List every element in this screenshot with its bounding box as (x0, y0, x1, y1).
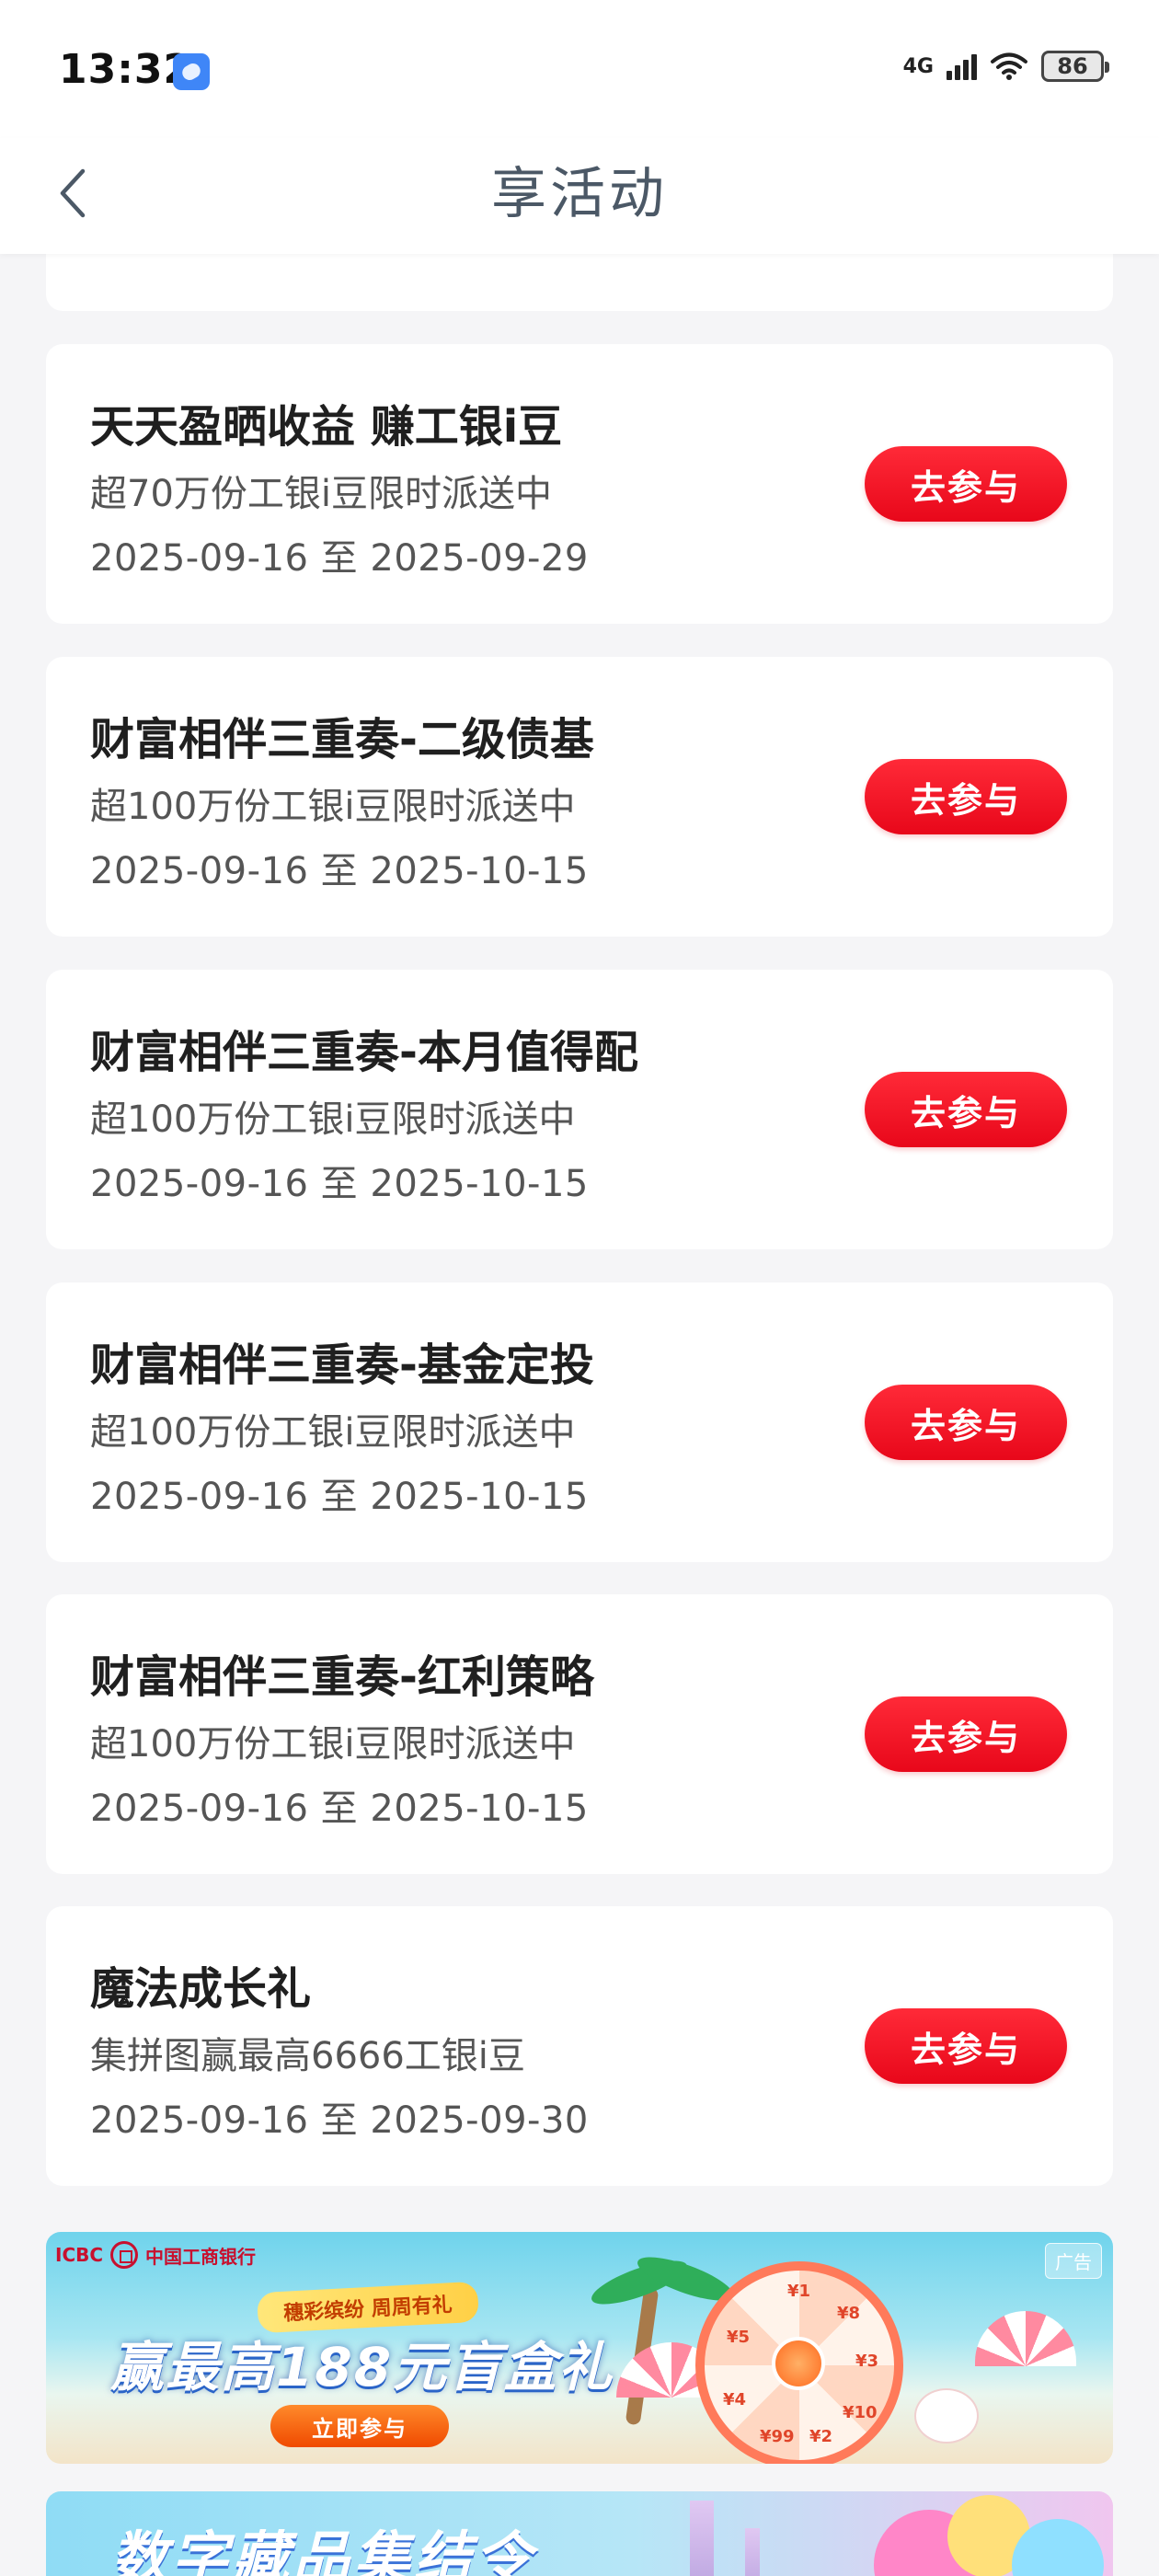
network-type-label: 4G (902, 54, 934, 78)
status-indicators: 4G 86 (902, 51, 1109, 82)
nav-bar: 享活动 (0, 138, 1159, 254)
wheel-label: ¥3 (855, 2352, 879, 2371)
page-title: 享活动 (491, 162, 668, 226)
wheel-label: ¥2 (809, 2427, 833, 2446)
activity-title: 财富相伴三重奏-基金定投 (90, 1340, 594, 1391)
activity-description: 集拼图赢最高6666工银i豆 (90, 2035, 525, 2077)
activity-title: 魔法成长礼 (90, 1963, 312, 2015)
activity-title: 财富相伴三重奏-本月值得配 (90, 1027, 638, 1078)
icbc-logo-icon (110, 2241, 139, 2269)
bank-code: ICBC (55, 2244, 104, 2266)
page: 13:32 4G 86 享活动 天天盈晒收益 赚工银i豆 超70万份工银i豆限时… (0, 0, 1159, 2576)
join-button[interactable]: 去参与 (865, 446, 1067, 522)
wheel-label: ¥4 (723, 2390, 747, 2409)
join-button[interactable]: 去参与 (865, 1385, 1067, 1460)
activity-card[interactable]: 财富相伴三重奏-本月值得配 超100万份工银i豆限时派送中 2025-09-16… (46, 970, 1113, 1249)
activity-date-range: 2025-09-16 至 2025-09-29 (90, 537, 589, 580)
prize-wheel-center (772, 2337, 825, 2390)
activity-card[interactable]: 魔法成长礼 集拼图赢最高6666工银i豆 2025-09-16 至 2025-0… (46, 1906, 1113, 2186)
battery-icon: 86 (1041, 51, 1109, 82)
wheel-label: ¥1 (787, 2282, 811, 2301)
activity-card[interactable]: 财富相伴三重奏-基金定投 超100万份工银i豆限时派送中 2025-09-16 … (46, 1282, 1113, 1562)
join-button[interactable]: 去参与 (865, 1696, 1067, 1772)
mascot-icon (914, 2388, 979, 2444)
activity-description: 超100万份工银i豆限时派送中 (90, 1411, 576, 1454)
activity-title: 天天盈晒收益 赚工银i豆 (90, 401, 563, 453)
activity-card[interactable]: 天天盈晒收益 赚工银i豆 超70万份工银i豆限时派送中 2025-09-16 至… (46, 344, 1113, 624)
wifi-icon (991, 52, 1027, 80)
activity-title: 财富相伴三重奏-二级债基 (90, 714, 594, 765)
activity-date-range: 2025-09-16 至 2025-10-15 (90, 1476, 589, 1518)
activity-card[interactable]: 财富相伴三重奏-二级债基 超100万份工银i豆限时派送中 2025-09-16 … (46, 657, 1113, 937)
activity-date-range: 2025-09-16 至 2025-10-15 (90, 1788, 589, 1830)
activity-description: 超70万份工银i豆限时派送中 (90, 473, 553, 515)
join-button[interactable]: 去参与 (865, 1072, 1067, 1147)
banner-cta-button[interactable]: 立即参与 (270, 2405, 449, 2447)
activity-title: 财富相伴三重奏-红利策略 (90, 1651, 594, 1703)
tower-icon (690, 2501, 714, 2576)
status-bar: 13:32 4G 86 (0, 0, 1159, 138)
banner2-headline: 数字藏品集结令 (110, 2524, 536, 2576)
activity-card[interactable]: 财富相伴三重奏-红利策略 超100万份工银i豆限时派送中 2025-09-16 … (46, 1594, 1113, 1874)
activity-description: 超100万份工银i豆限时派送中 (90, 1723, 576, 1765)
promo-banner-2[interactable]: 数字藏品集结令 (46, 2491, 1113, 2576)
ad-badge: 广告 (1045, 2243, 1102, 2279)
promo-banner[interactable]: ICBC 中国工商银行 广告 穗彩缤纷 周周有礼 赢最高188元盲盒礼 立即参与… (46, 2232, 1113, 2464)
wheel-label: ¥8 (837, 2304, 861, 2323)
activity-description: 超100万份工银i豆限时派送中 (90, 786, 576, 828)
signal-icon (947, 52, 977, 80)
activity-date-range: 2025-09-16 至 2025-10-15 (90, 1163, 589, 1205)
wheel-label: ¥5 (727, 2328, 751, 2347)
activity-description: 超100万份工银i豆限时派送中 (90, 1098, 576, 1141)
battery-level: 86 (1057, 53, 1088, 79)
notification-app-icon (173, 53, 210, 90)
banner-headline: 赢最高188元盲盒礼 (110, 2336, 614, 2398)
activity-date-range: 2025-09-16 至 2025-09-30 (90, 2099, 589, 2142)
wheel-label: ¥99 (760, 2427, 795, 2446)
join-button[interactable]: 去参与 (865, 759, 1067, 834)
bank-name: 中国工商银行 (145, 2245, 257, 2268)
wheel-label: ¥10 (843, 2403, 878, 2422)
bank-logo: ICBC 中国工商银行 (55, 2241, 256, 2269)
join-button[interactable]: 去参与 (865, 2008, 1067, 2084)
activity-date-range: 2025-09-16 至 2025-10-15 (90, 850, 589, 892)
